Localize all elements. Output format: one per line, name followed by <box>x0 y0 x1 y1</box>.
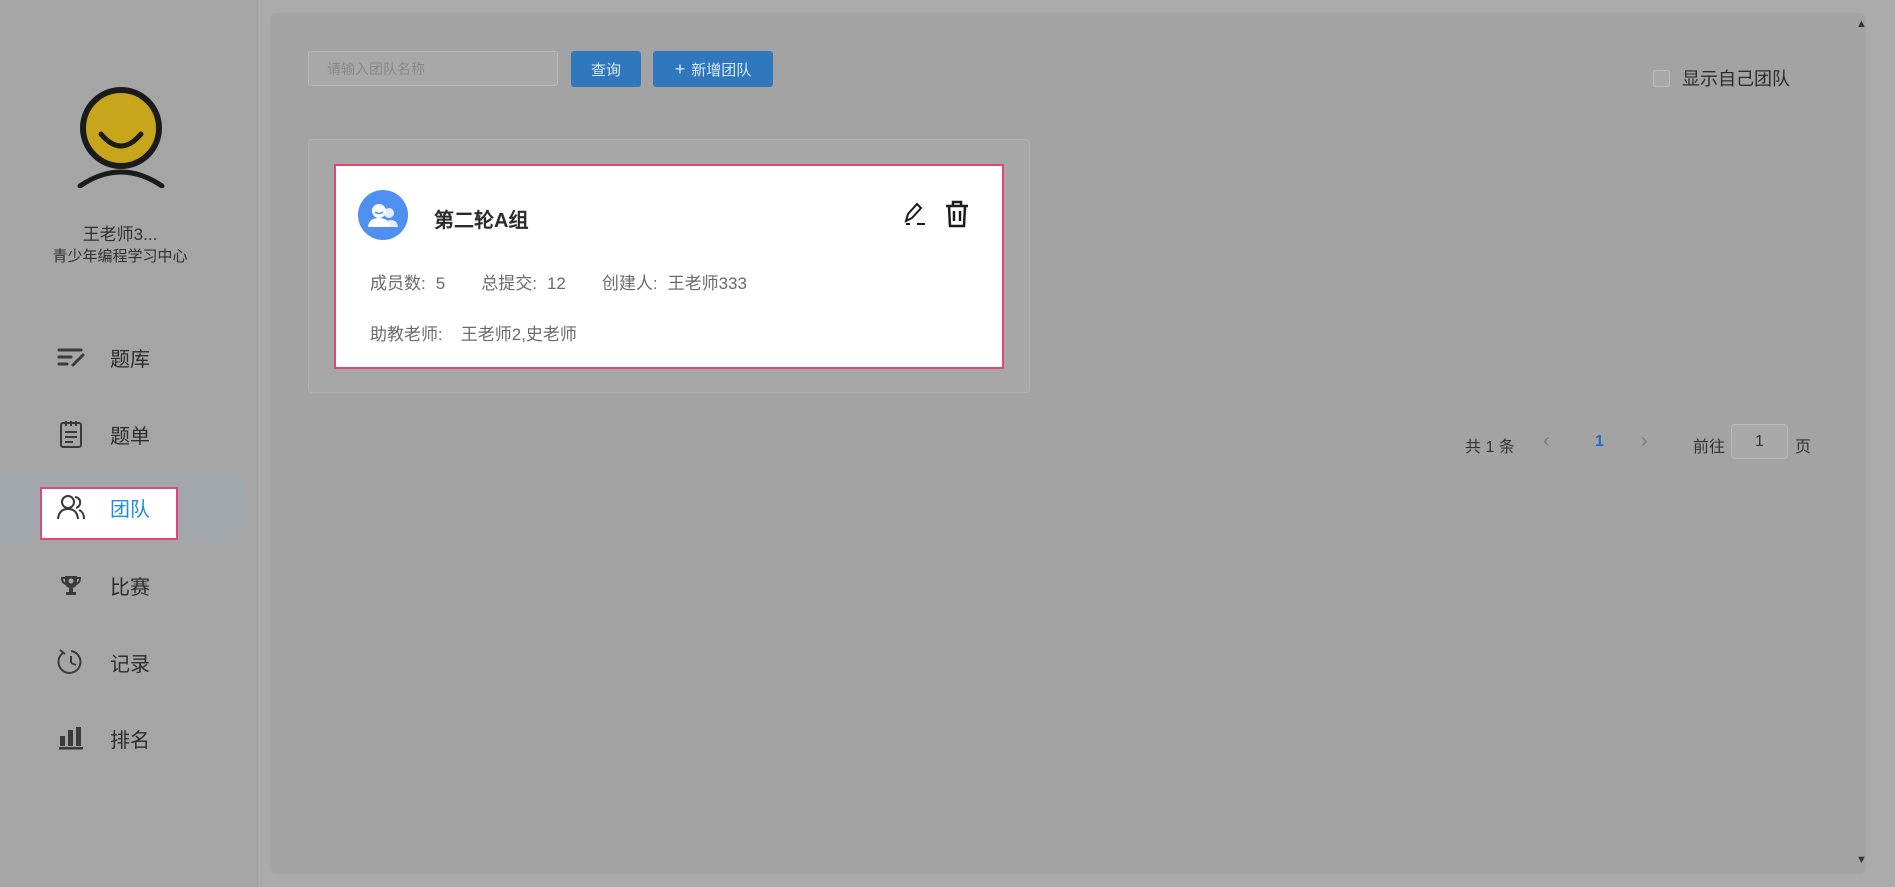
show-own-checkbox[interactable] <box>1653 69 1670 87</box>
nav-label-problem-lists: 题单 <box>110 425 150 448</box>
users-icon <box>56 492 86 522</box>
clock-icon <box>56 647 86 677</box>
bar-chart-icon <box>56 723 86 753</box>
chevron-right-icon[interactable]: › <box>1641 430 1648 453</box>
nav-label-contests: 比赛 <box>110 576 150 599</box>
user-org: 青少年编程学习中心 <box>52 248 188 265</box>
main-panel: 查询 + 新增团队 显示自己团队 第二轮A组 成员数:5 总提交:12 创建人:… <box>270 13 1866 874</box>
chevron-left-icon[interactable]: ‹ <box>1543 430 1550 453</box>
add-team-label: 新增团队 <box>691 61 752 79</box>
submits-stat: 总提交: 12 <box>481 274 566 293</box>
pagination-total: 共 1 条 <box>1465 439 1515 456</box>
add-team-button[interactable]: + 新增团队 <box>653 51 773 87</box>
delete-team-button[interactable] <box>942 199 972 229</box>
creator-stat: 创建人: 王老师333 <box>601 274 747 293</box>
clipboard-list-icon <box>56 419 86 449</box>
team-assistants: 助教老师: 王老师2,史老师 <box>370 325 577 344</box>
pagination-goto-label: 前往 <box>1693 439 1726 456</box>
pagination-page-suffix: 页 <box>1795 439 1812 456</box>
nav-item-problems[interactable]: 题库 <box>0 322 246 392</box>
pencil-icon <box>904 202 925 225</box>
avatar <box>77 87 165 188</box>
user-name: 王老师3... <box>82 225 158 244</box>
trophy-icon <box>56 570 86 600</box>
edit-list-icon <box>56 342 86 372</box>
nav-label-teams: 团队 <box>110 498 150 521</box>
team-list: 第二轮A组 成员数: 5 总提交: 12 创建人: 王老师333 助教老师: 王老师2,… <box>308 139 1030 393</box>
members-stat: 成员数: 5 <box>370 274 446 293</box>
team-name: 第二轮A组 <box>434 210 529 232</box>
nav-item-rankings[interactable]: 排名 <box>0 703 246 773</box>
nav-label-records: 记录 <box>110 653 150 676</box>
team-search-input[interactable] <box>308 51 558 86</box>
pagination-goto-input[interactable] <box>1731 424 1788 459</box>
show-own-teams-toggle[interactable]: 显示自己团队 <box>1653 65 1790 91</box>
pagination: 共 1 条 ‹ 1 › 前往 页 <box>1465 424 1812 460</box>
sidebar: 王老师3... 青少年编程学习中心 题库 题单 团队 比赛 记录 排名 <box>0 0 258 887</box>
trash-icon <box>946 200 968 228</box>
query-button[interactable]: 查询 <box>571 51 641 87</box>
nav-label-rankings: 排名 <box>110 729 150 752</box>
scroll-down-icon[interactable]: ▼ <box>1856 854 1867 866</box>
nav-item-problem-lists[interactable]: 题单 <box>0 399 246 469</box>
team-group-icon <box>358 190 408 240</box>
nav-item-records[interactable]: 记录 <box>0 627 246 697</box>
team-card[interactable]: 第二轮A组 成员数: 5 总提交: 12 创建人: 王老师333 助教老师: 王老师2,… <box>334 164 1004 369</box>
plus-icon: + <box>674 59 686 79</box>
scroll-up-icon[interactable]: ▲ <box>1856 18 1867 30</box>
pagination-page-1[interactable]: 1 <box>1595 433 1604 451</box>
nav-label-problems: 题库 <box>110 348 150 371</box>
show-own-label: 显示自己团队 <box>1682 69 1790 89</box>
team-stats: 成员数: 5 总提交: 12 创建人: 王老师333 <box>370 269 747 294</box>
nav-item-contests[interactable]: 比赛 <box>0 550 246 620</box>
nav-item-teams[interactable]: 团队 <box>0 472 246 542</box>
edit-team-button[interactable] <box>899 199 929 229</box>
